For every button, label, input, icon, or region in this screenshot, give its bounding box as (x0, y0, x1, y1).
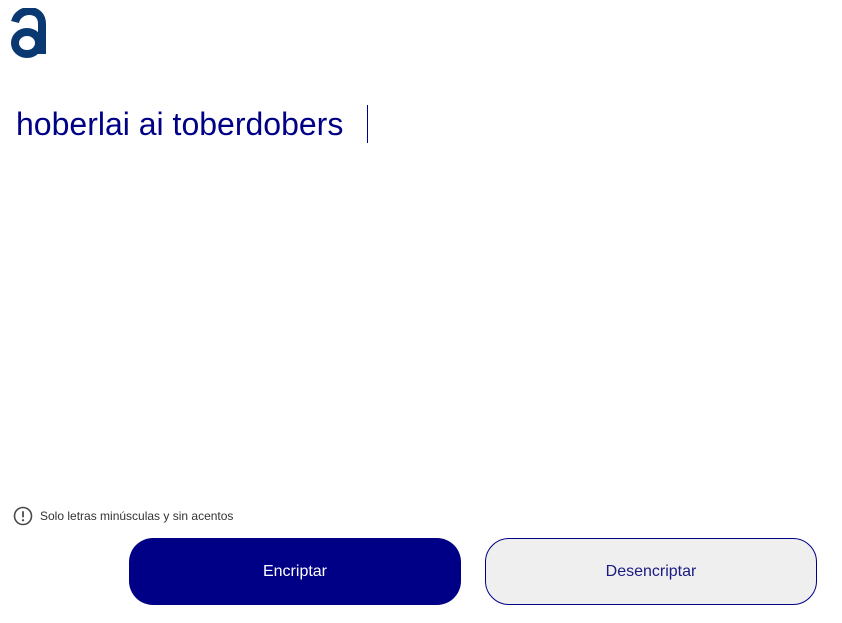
hint-text: Solo letras minúsculas y sin acentos (40, 509, 234, 523)
exclamation-circle-icon (13, 506, 33, 526)
decrypt-button[interactable]: Desencriptar (485, 538, 817, 605)
encrypt-button[interactable]: Encriptar (129, 538, 461, 605)
text-cursor (367, 105, 368, 143)
input-hint: Solo letras minúsculas y sin acentos (13, 506, 233, 526)
app-page: hoberlai ai toberdobers Solo letras minú… (0, 0, 842, 623)
message-input[interactable]: hoberlai ai toberdobers (16, 100, 816, 480)
alura-logo-icon (11, 8, 46, 58)
